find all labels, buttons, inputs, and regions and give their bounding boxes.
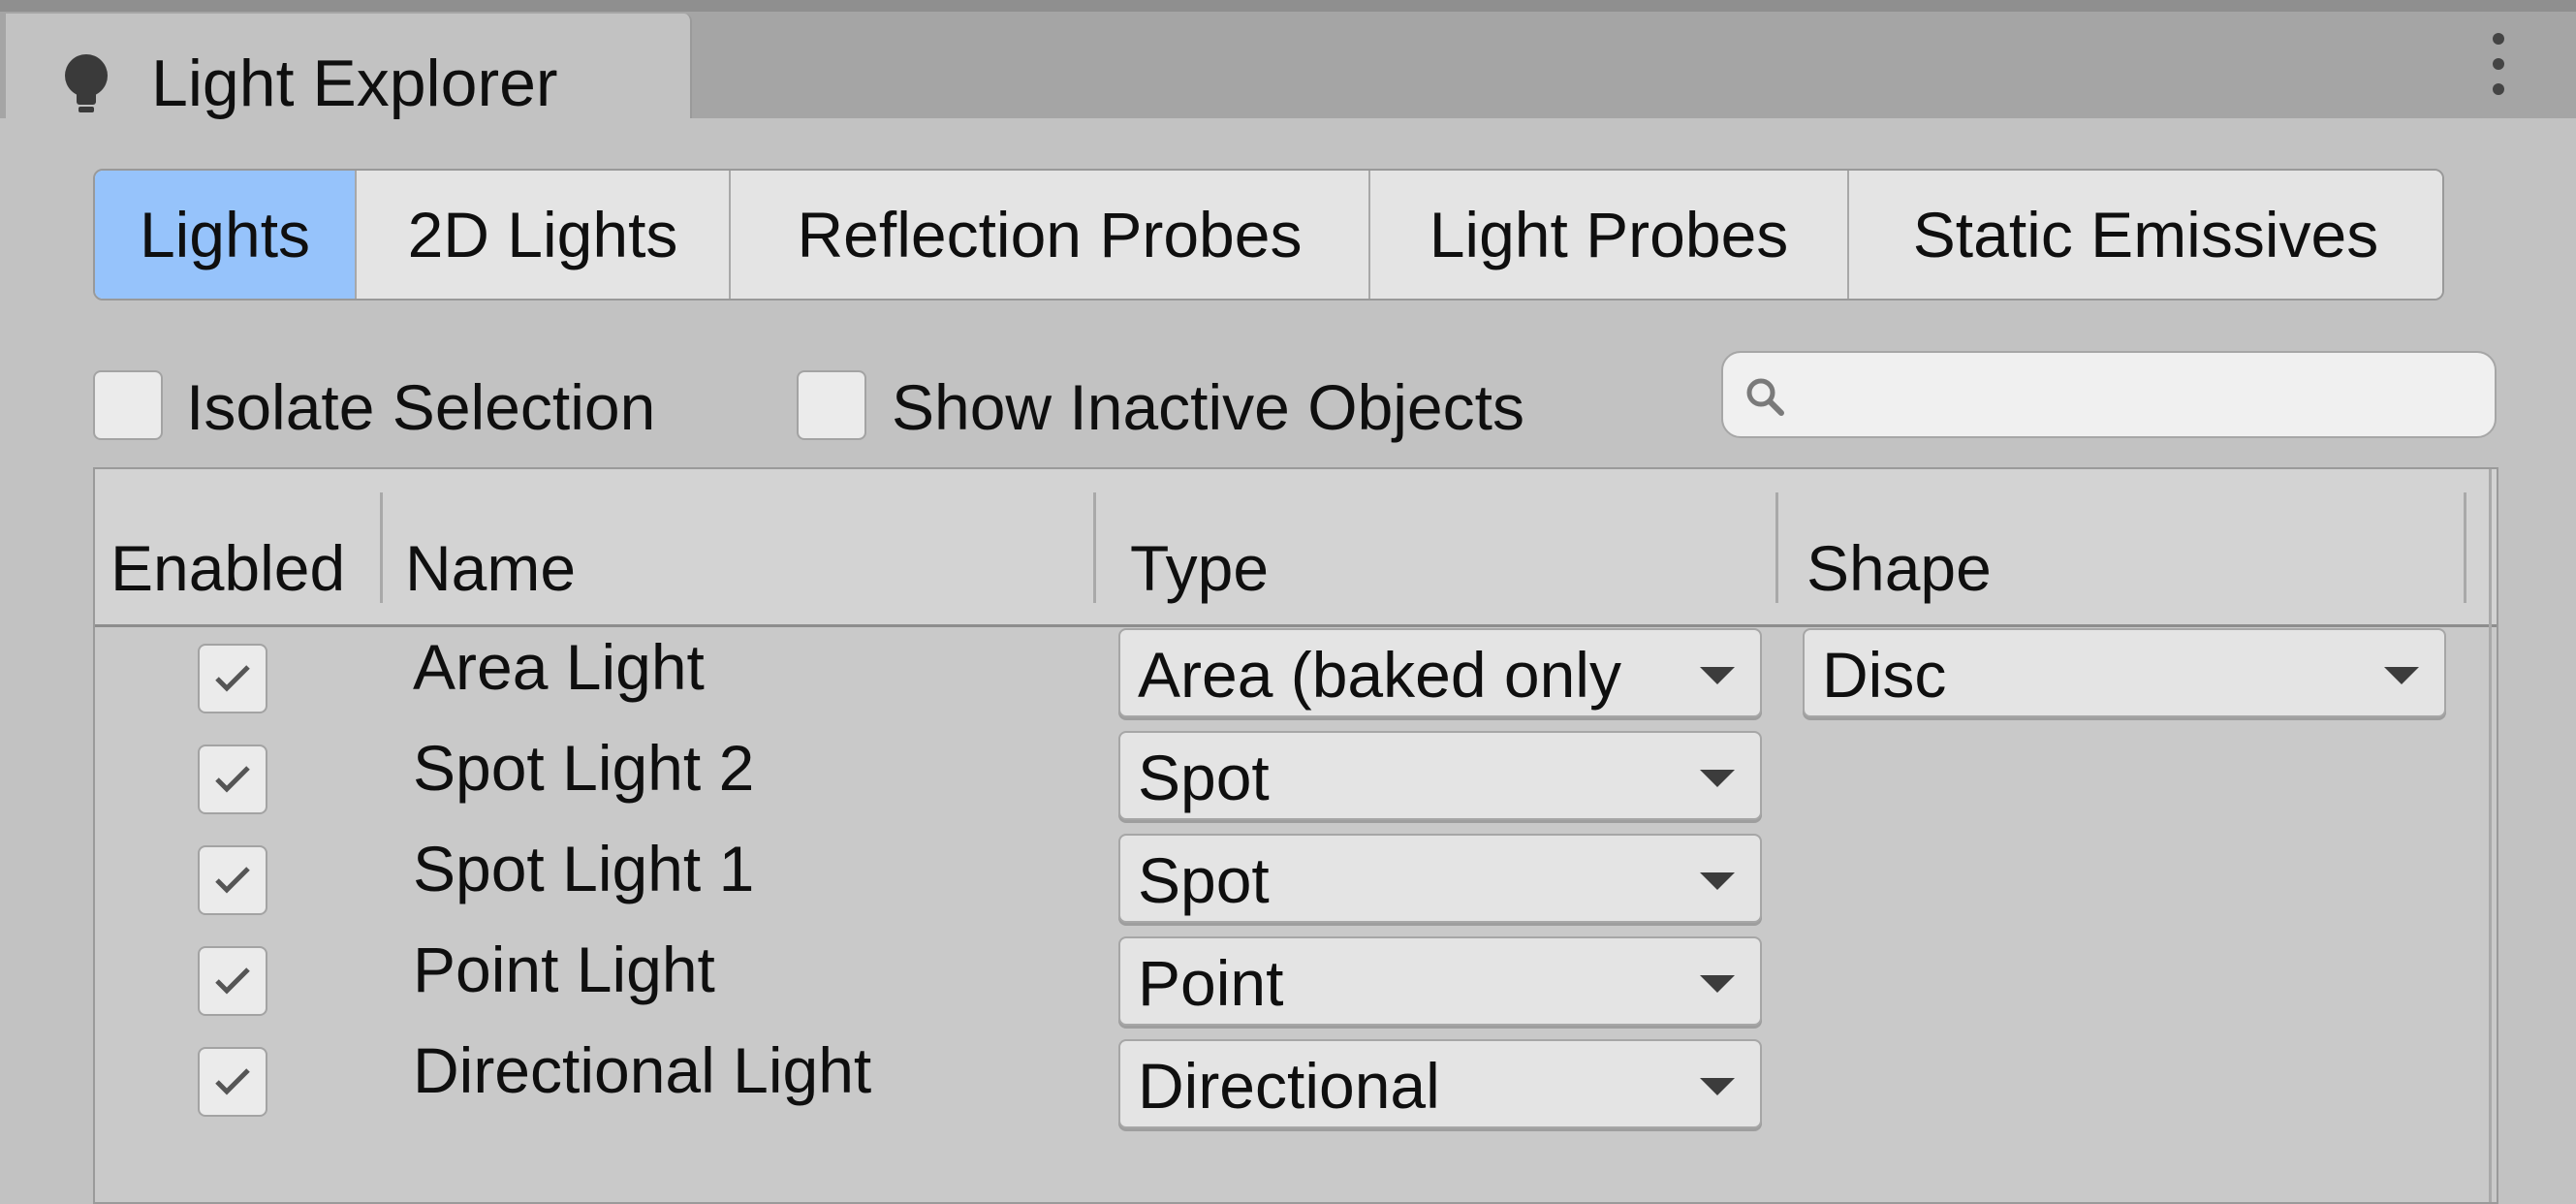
type-value: Spot (1138, 742, 1270, 813)
search-icon (1746, 378, 1784, 416)
lights-table: Enabled Name Type Shape Area Light Area … (93, 467, 2498, 1204)
type-value: Area (baked only (1138, 639, 1621, 711)
tab-label: Lights (139, 199, 311, 270)
checkmark-icon (215, 867, 250, 894)
enabled-checkbox[interactable] (198, 1047, 267, 1117)
lightbulb-icon (65, 54, 108, 112)
table-row[interactable]: Area Light Area (baked only Disc (95, 622, 2497, 723)
tab-light-probes[interactable]: Light Probes (1370, 171, 1849, 299)
table-row[interactable]: Spot Light 1 Spot (95, 824, 2497, 925)
light-name: Spot Light 2 (413, 732, 755, 804)
table-row[interactable]: Point Light Point (95, 925, 2497, 1026)
chevron-down-icon (1700, 1078, 1735, 1095)
type-value: Spot (1138, 844, 1270, 916)
column-header-shape[interactable]: Shape (1806, 529, 1992, 607)
search-field[interactable] (1721, 351, 2497, 438)
tab-static-emissives[interactable]: Static Emissives (1849, 171, 2442, 299)
table-row[interactable]: Directional Light Directional (95, 1026, 2497, 1128)
column-divider[interactable] (1093, 492, 1096, 603)
type-dropdown[interactable]: Spot (1118, 731, 1762, 820)
isolate-selection-label: Isolate Selection (186, 371, 656, 443)
light-name: Area Light (413, 631, 705, 703)
table-scroll-edge (2489, 469, 2492, 1202)
column-divider[interactable] (1775, 492, 1778, 603)
column-divider[interactable] (380, 492, 383, 603)
light-name: Directional Light (413, 1034, 872, 1106)
enabled-checkbox[interactable] (198, 845, 267, 915)
enabled-checkbox[interactable] (198, 745, 267, 814)
type-dropdown[interactable]: Area (baked only (1118, 628, 1762, 717)
shape-dropdown[interactable]: Disc (1803, 628, 2446, 717)
checkmark-icon (215, 1068, 250, 1095)
tab-label: 2D Lights (407, 199, 678, 270)
type-dropdown[interactable]: Directional (1118, 1039, 1762, 1128)
window-titlebar: Light Explorer (0, 0, 2576, 120)
chevron-down-icon (1700, 872, 1735, 890)
checkmark-icon (215, 665, 250, 692)
column-divider[interactable] (2464, 492, 2466, 603)
tab-2d-lights[interactable]: 2D Lights (357, 171, 731, 299)
checkmark-icon (215, 766, 250, 793)
window-title: Light Explorer (151, 47, 558, 120)
type-value: Point (1138, 947, 1284, 1019)
column-header-name[interactable]: Name (405, 529, 576, 607)
show-inactive-objects-checkbox[interactable] (797, 370, 866, 440)
kebab-menu-icon[interactable] (2493, 33, 2508, 95)
table-header: Enabled Name Type Shape (95, 469, 2497, 627)
window-tab-light-explorer[interactable]: Light Explorer (6, 14, 692, 120)
isolate-selection-checkbox[interactable] (93, 370, 163, 440)
chevron-down-icon (1700, 770, 1735, 787)
checkmark-icon (215, 967, 250, 995)
type-dropdown[interactable]: Spot (1118, 834, 1762, 923)
table-row[interactable]: Spot Light 2 Spot (95, 723, 2497, 824)
type-value: Directional (1138, 1050, 1440, 1122)
tab-label: Static Emissives (1912, 199, 2379, 270)
tab-label: Light Probes (1429, 199, 1789, 270)
light-name: Spot Light 1 (413, 833, 755, 904)
column-header-enabled[interactable]: Enabled (110, 529, 345, 607)
enabled-checkbox[interactable] (198, 946, 267, 1016)
tab-label: Reflection Probes (797, 199, 1303, 270)
search-input[interactable] (1801, 363, 2483, 430)
titlebar-border (0, 0, 2576, 12)
show-inactive-objects-label: Show Inactive Objects (892, 371, 1524, 443)
tab-lights[interactable]: Lights (95, 171, 357, 299)
tab-reflection-probes[interactable]: Reflection Probes (731, 171, 1370, 299)
column-header-type[interactable]: Type (1130, 529, 1269, 607)
shape-value: Disc (1822, 639, 1947, 711)
type-dropdown[interactable]: Point (1118, 936, 1762, 1026)
chevron-down-icon (1700, 667, 1735, 684)
enabled-checkbox[interactable] (198, 644, 267, 713)
chevron-down-icon (1700, 975, 1735, 993)
category-tabs: Lights 2D Lights Reflection Probes Light… (93, 169, 2444, 301)
light-name: Point Light (413, 934, 715, 1005)
chevron-down-icon (2384, 667, 2419, 684)
